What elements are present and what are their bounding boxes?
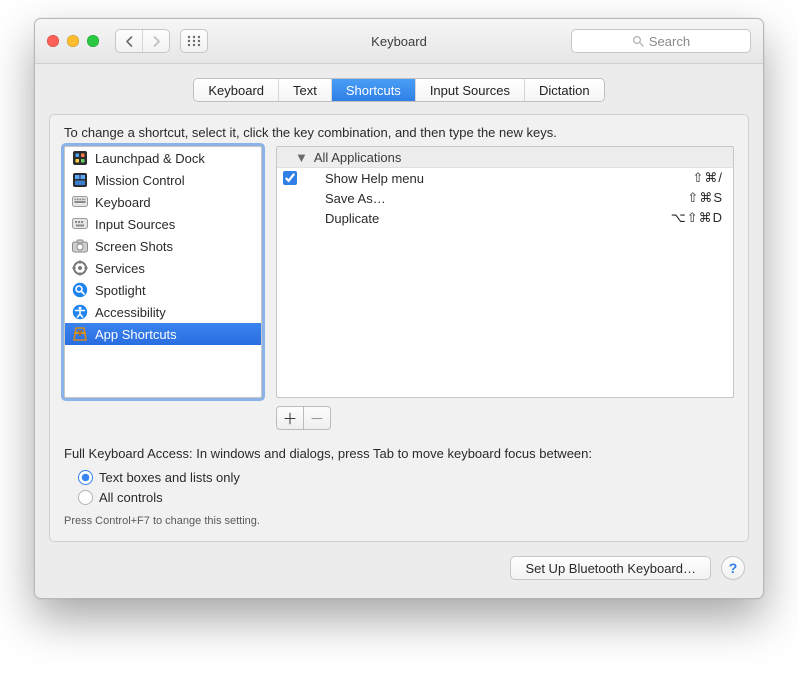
accessibility-icon (72, 304, 88, 320)
shortcut-row[interactable]: Save As…⇧⌘S (277, 188, 733, 208)
category-launchpad-dock[interactable]: Launchpad & Dock (65, 147, 261, 169)
back-forward-segment (115, 29, 170, 53)
full-keyboard-access-hint: Press Control+F7 to change this setting. (64, 515, 734, 527)
mission-control-icon (72, 172, 88, 188)
fka-option[interactable]: All controls (78, 487, 734, 507)
add-shortcut-button[interactable]: ＋ (276, 406, 304, 430)
forward-button[interactable] (143, 30, 169, 52)
keyboard-icon (72, 194, 88, 210)
show-all-button[interactable] (180, 29, 208, 53)
shortcut-group-header[interactable]: ▼ All Applications (277, 147, 733, 168)
category-services[interactable]: Services (65, 257, 261, 279)
screen-shots-icon (72, 238, 88, 254)
toolbar-nav (115, 29, 208, 53)
search-icon (632, 35, 644, 47)
tab-shortcuts[interactable]: Shortcuts (332, 79, 416, 101)
fka-option-label: All controls (99, 490, 163, 505)
tab-input-sources[interactable]: Input Sources (416, 79, 525, 101)
search-input[interactable]: Search (571, 29, 751, 53)
instruction-text: To change a shortcut, select it, click t… (64, 125, 734, 140)
shortcut-row[interactable]: Show Help menu⇧⌘/ (277, 168, 733, 188)
fka-option-label: Text boxes and lists only (99, 470, 240, 485)
right-column: ▼ All Applications Show Help menu⇧⌘/Save… (276, 146, 734, 430)
disclosure-triangle-icon[interactable]: ▼ (295, 150, 308, 165)
tab-bar: KeyboardTextShortcutsInput SourcesDictat… (35, 64, 763, 102)
launchpad-icon (72, 150, 88, 166)
category-label: Spotlight (95, 283, 146, 298)
fka-radio[interactable] (78, 470, 93, 485)
tab-dictation[interactable]: Dictation (525, 79, 604, 101)
spotlight-icon (72, 282, 88, 298)
shortcut-label: Save As… (325, 191, 687, 206)
search-wrap: Search (571, 29, 751, 53)
shortcut-list[interactable]: ▼ All Applications Show Help menu⇧⌘/Save… (276, 146, 734, 398)
titlebar: Keyboard Search (35, 19, 763, 64)
zoom-window-button[interactable] (87, 35, 99, 47)
full-keyboard-access-options: Text boxes and lists only All controls (78, 467, 734, 507)
fka-option[interactable]: Text boxes and lists only (78, 467, 734, 487)
category-label: Screen Shots (95, 239, 173, 254)
category-spotlight[interactable]: Spotlight (65, 279, 261, 301)
columns: Launchpad & Dock Mission Control Keyboard I… (64, 146, 734, 430)
category-label: Launchpad & Dock (95, 151, 205, 166)
footer: Set Up Bluetooth Keyboard… ? (35, 556, 763, 598)
category-label: Mission Control (95, 173, 185, 188)
tab-text[interactable]: Text (279, 79, 332, 101)
close-window-button[interactable] (47, 35, 59, 47)
bluetooth-keyboard-button[interactable]: Set Up Bluetooth Keyboard… (510, 556, 711, 580)
category-list[interactable]: Launchpad & Dock Mission Control Keyboard I… (64, 146, 262, 398)
category-label: App Shortcuts (95, 327, 177, 342)
shortcut-label: Show Help menu (325, 171, 692, 186)
remove-shortcut-button[interactable]: － (304, 406, 331, 430)
category-label: Keyboard (95, 195, 151, 210)
category-keyboard[interactable]: Keyboard (65, 191, 261, 213)
category-label: Input Sources (95, 217, 175, 232)
preferences-window: Keyboard Search KeyboardTextShortcutsInp… (34, 18, 764, 599)
shortcuts-panel: To change a shortcut, select it, click t… (49, 114, 749, 542)
shortcut-keys[interactable]: ⇧⌘/ (692, 170, 723, 186)
category-mission-control[interactable]: Mission Control (65, 169, 261, 191)
full-keyboard-access-label: Full Keyboard Access: In windows and dia… (64, 446, 734, 461)
back-button[interactable] (116, 30, 143, 52)
tab-keyboard[interactable]: Keyboard (194, 79, 279, 101)
app-shortcuts-icon (72, 326, 88, 342)
category-input-sources[interactable]: Input Sources (65, 213, 261, 235)
shortcut-label: Duplicate (325, 211, 671, 226)
add-remove-controls: ＋ － (276, 406, 734, 430)
window-controls (35, 35, 99, 47)
shortcut-enabled-checkbox[interactable] (283, 171, 297, 185)
shortcut-group-title: All Applications (314, 150, 401, 165)
category-label: Services (95, 261, 145, 276)
input-sources-icon (72, 216, 88, 232)
category-app-shortcuts[interactable]: App Shortcuts (65, 323, 261, 345)
shortcut-row[interactable]: Duplicate⌥⇧⌘D (277, 208, 733, 228)
shortcut-keys[interactable]: ⌥⇧⌘D (671, 210, 723, 226)
services-icon (72, 260, 88, 276)
fka-radio[interactable] (78, 490, 93, 505)
shortcut-keys[interactable]: ⇧⌘S (687, 190, 723, 206)
category-label: Accessibility (95, 305, 166, 320)
minimize-window-button[interactable] (67, 35, 79, 47)
category-screen-shots[interactable]: Screen Shots (65, 235, 261, 257)
help-button[interactable]: ? (721, 556, 745, 580)
search-placeholder: Search (649, 34, 690, 49)
category-accessibility[interactable]: Accessibility (65, 301, 261, 323)
